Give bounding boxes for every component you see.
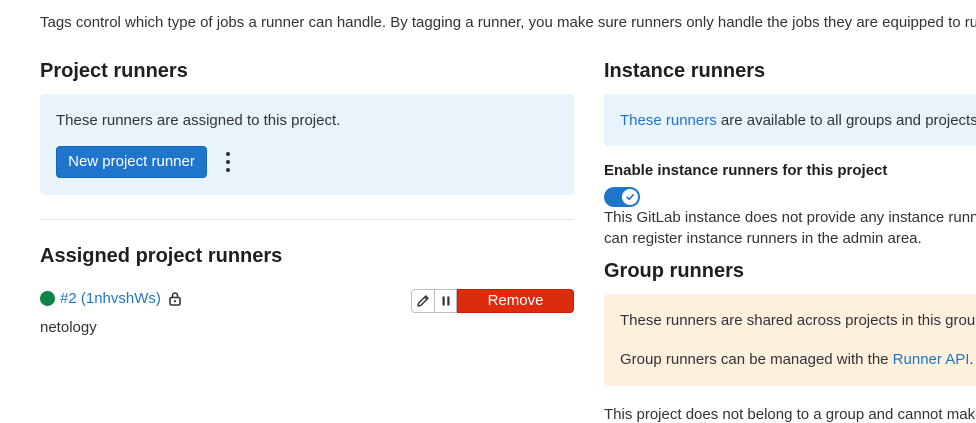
project-runners-heading: Project runners [40, 60, 188, 82]
runner-api-link[interactable]: Runner API [893, 351, 970, 368]
api-note-suffix: . [969, 351, 974, 368]
more-actions-icon[interactable] [216, 150, 240, 174]
group-runners-panel: These runners are shared across projects… [604, 294, 976, 386]
group-runners-heading: Group runners [604, 260, 745, 282]
online-status-icon [40, 291, 55, 306]
api-note-prefix: Group runners can be managed with the [620, 351, 893, 368]
instance-runners-panel: These runners are available to all group… [604, 94, 976, 146]
runner-actions: Remove runner [411, 289, 574, 331]
instance-runners-heading: Instance runners [604, 60, 766, 82]
toggle-knob [622, 189, 638, 205]
group-runners-api-note: Group runners can be managed with the Ru… [620, 351, 974, 368]
pause-icon [442, 296, 449, 306]
pause-runner-button[interactable] [435, 289, 457, 313]
new-project-runner-button[interactable]: New project runner [56, 146, 207, 178]
edit-runner-button[interactable] [411, 289, 435, 313]
group-runners-bottom-note: This project does not belong to a group … [604, 406, 976, 423]
instance-runners-help-line-1: This GitLab instance does not provide an… [604, 209, 976, 226]
remove-runner-button[interactable]: Remove runner [457, 289, 574, 331]
project-runners-description: These runners are assigned to this proje… [56, 112, 341, 129]
section-divider [40, 219, 574, 220]
instance-runners-help-line-2: can register instance runners in the adm… [604, 230, 922, 247]
runner-link[interactable]: #2 (1nhvshWs) [60, 290, 161, 307]
instance-runners-toggle[interactable] [604, 187, 640, 207]
runner-description: netology [40, 319, 97, 336]
instance-runners-desc-text: are available to all groups and projects… [716, 112, 976, 129]
pencil-icon [417, 295, 429, 307]
these-runners-link[interactable]: These runners [620, 112, 717, 129]
lock-icon [169, 292, 181, 306]
check-icon [626, 194, 634, 201]
runner-row: #2 (1nhvshWs) [40, 290, 182, 307]
instance-runners-description: These runners are available to all group… [620, 112, 976, 129]
intro-text: Tags control which type of jobs a runner… [40, 14, 976, 31]
instance-runners-toggle-label: Enable instance runners for this project [604, 162, 888, 179]
assigned-runners-heading: Assigned project runners [40, 245, 283, 267]
group-runners-description: These runners are shared across projects… [620, 312, 976, 329]
project-runners-panel: These runners are assigned to this proje… [40, 94, 574, 195]
